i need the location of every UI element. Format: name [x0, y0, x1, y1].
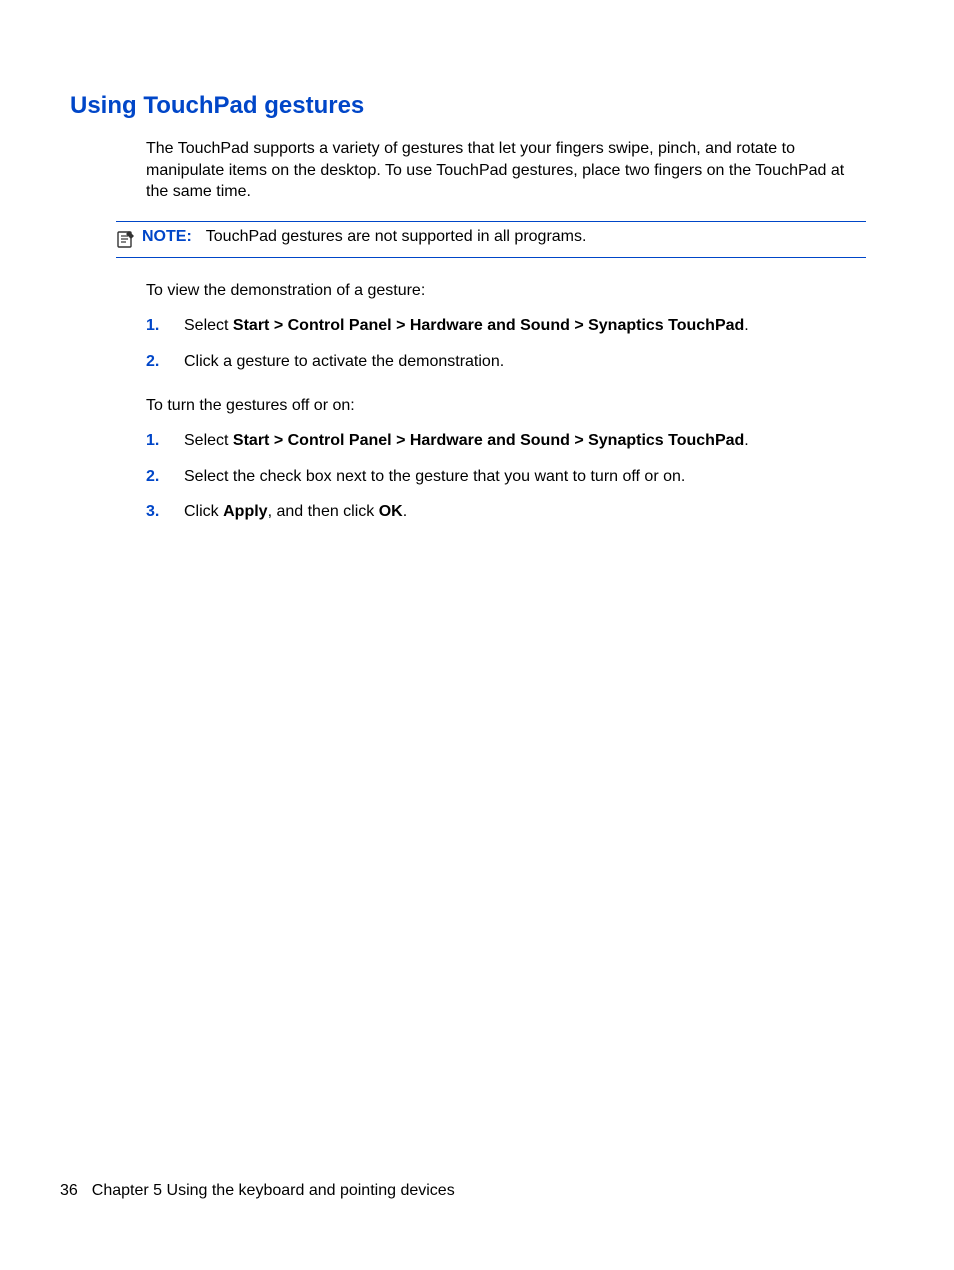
- bold-apply: Apply: [223, 503, 267, 520]
- page-number: 36: [60, 1182, 78, 1199]
- paragraph-toggle: To turn the gestures off or on:: [146, 395, 866, 417]
- step-number: 3.: [146, 501, 184, 523]
- note-icon: [116, 229, 136, 249]
- step-number: 2.: [146, 466, 184, 488]
- bold-path: Start > Control Panel > Hardware and Sou…: [233, 432, 744, 449]
- text-fragment: Select: [184, 432, 233, 449]
- list-item: 3. Click Apply, and then click OK.: [146, 501, 866, 523]
- text-fragment: Click: [184, 503, 223, 520]
- note-text: TouchPad gestures are not supported in a…: [206, 228, 587, 245]
- list-item: 1. Select Start > Control Panel > Hardwa…: [146, 315, 866, 337]
- section-heading: Using TouchPad gestures: [70, 92, 866, 120]
- text-fragment: .: [403, 503, 407, 520]
- page-footer: 36 Chapter 5 Using the keyboard and point…: [60, 1182, 455, 1200]
- note-callout: NOTE: TouchPad gestures are not supported…: [116, 221, 866, 258]
- chapter-title: Chapter 5 Using the keyboard and pointin…: [92, 1182, 455, 1199]
- bold-ok: OK: [379, 503, 403, 520]
- steps-toggle: 1. Select Start > Control Panel > Hardwa…: [146, 430, 866, 523]
- text-fragment: , and then click: [268, 503, 379, 520]
- step-text: Select Start > Control Panel > Hardware …: [184, 315, 749, 337]
- paragraph-view-demo: To view the demonstration of a gesture:: [146, 280, 866, 302]
- step-text: Select the check box next to the gesture…: [184, 466, 685, 488]
- list-item: 2. Click a gesture to activate the demon…: [146, 351, 866, 373]
- note-label: NOTE:: [142, 228, 192, 245]
- steps-view-demo: 1. Select Start > Control Panel > Hardwa…: [146, 315, 866, 372]
- note-content: NOTE: TouchPad gestures are not supported…: [142, 228, 586, 246]
- step-number: 1.: [146, 315, 184, 337]
- step-number: 2.: [146, 351, 184, 373]
- step-number: 1.: [146, 430, 184, 452]
- text-fragment: Select: [184, 317, 233, 334]
- step-text: Click Apply, and then click OK.: [184, 501, 407, 523]
- step-text: Select Start > Control Panel > Hardware …: [184, 430, 749, 452]
- list-item: 2. Select the check box next to the gest…: [146, 466, 866, 488]
- text-fragment: .: [744, 317, 748, 334]
- intro-paragraph: The TouchPad supports a variety of gestu…: [146, 138, 866, 203]
- list-item: 1. Select Start > Control Panel > Hardwa…: [146, 430, 866, 452]
- text-fragment: .: [744, 432, 748, 449]
- step-text: Click a gesture to activate the demonstr…: [184, 351, 504, 373]
- bold-path: Start > Control Panel > Hardware and Sou…: [233, 317, 744, 334]
- document-page: Using TouchPad gestures The TouchPad sup…: [0, 0, 954, 523]
